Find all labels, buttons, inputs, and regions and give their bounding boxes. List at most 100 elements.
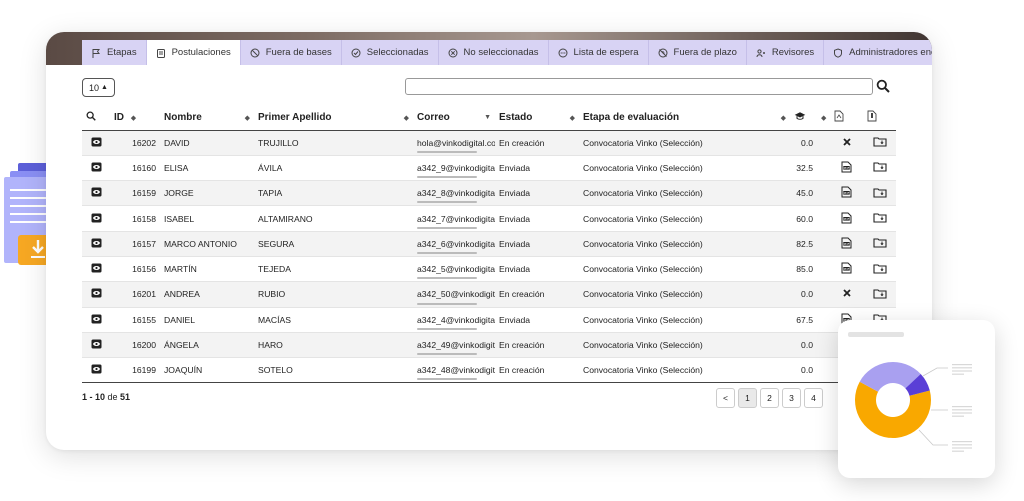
legend-placeholder-line — [952, 441, 972, 443]
column-header-puntaje[interactable] — [790, 106, 817, 131]
pdf-cell[interactable]: PDF — [830, 231, 863, 257]
cell-estado: Enviada — [495, 180, 579, 207]
zip-download-button[interactable] — [863, 281, 896, 308]
zip-download-button[interactable] — [863, 155, 896, 182]
cell-estado: En creación — [495, 281, 579, 308]
eye-icon — [91, 339, 101, 349]
eye-icon — [91, 288, 101, 298]
cell-nombre: ISABEL — [160, 205, 254, 232]
view-button[interactable] — [82, 256, 110, 283]
page-button[interactable]: 3 — [782, 388, 801, 408]
cell-correo: a342_4@vinkodigital.com — [413, 307, 495, 333]
cell-puntaje: 0.0 — [790, 357, 817, 384]
cell-correo: a342_7@vinkodigital.com — [413, 205, 495, 232]
column-header-zip[interactable] — [863, 106, 896, 131]
view-button[interactable] — [82, 281, 110, 308]
page-button[interactable]: 4 — [804, 388, 823, 408]
zip-download-button[interactable] — [863, 205, 896, 232]
cell-nombre: MARTÍN — [160, 256, 254, 283]
svg-text:PDF: PDF — [844, 267, 850, 271]
column-header-nombre[interactable]: Nombre ◆ — [160, 106, 254, 131]
prev-page-button[interactable]: < — [716, 388, 735, 408]
view-button[interactable] — [82, 155, 110, 182]
legend-placeholder-line — [952, 409, 972, 411]
clipboard-icon — [156, 48, 165, 58]
zip-download-button[interactable] — [863, 180, 896, 207]
flag-icon — [92, 48, 100, 58]
cell-estado: Enviada — [495, 256, 579, 283]
cell-correo: a342_8@vinkodigital.com — [413, 180, 495, 207]
pdf-cell[interactable]: PDF — [830, 256, 863, 283]
search-input[interactable] — [405, 78, 873, 95]
column-header-apellido[interactable]: Primer Apellido ◆ — [254, 106, 413, 131]
page-button[interactable]: 2 — [760, 388, 779, 408]
folder-download-icon — [872, 137, 887, 147]
view-button[interactable] — [82, 332, 110, 359]
legend-placeholder-line — [952, 415, 964, 417]
column-header-estado[interactable]: Estado ◆ — [495, 106, 579, 131]
cell-apellido: ALTAMIRANO — [254, 205, 413, 232]
search-column-icon[interactable] — [82, 106, 110, 131]
legend-placeholder-line — [952, 364, 972, 366]
column-header-pdf[interactable] — [830, 106, 863, 131]
cell-id: 16201 — [110, 281, 160, 308]
sort-desc-icon: ▼ — [484, 114, 491, 122]
view-button[interactable] — [82, 205, 110, 232]
tab-fuera-de-bases[interactable]: Fuera de bases — [240, 40, 342, 65]
cell-puntaje: 0.0 — [790, 281, 817, 308]
view-button[interactable] — [82, 307, 110, 333]
zip-download-button[interactable] — [863, 231, 896, 257]
column-header-correo[interactable]: Correo ▼ — [413, 106, 495, 131]
tab-revisores[interactable]: Revisores — [746, 40, 825, 65]
pdf-cell[interactable]: PDF — [830, 155, 863, 182]
search-icon[interactable] — [876, 79, 890, 93]
postulaciones-panel: Etapas Postulaciones Fuera de bases Selecci… — [46, 32, 932, 450]
zip-download-button[interactable] — [863, 256, 896, 283]
tab-lista-de-espera[interactable]: Lista de espera — [548, 40, 649, 65]
pagination: <1 2 3 4 — [716, 388, 823, 408]
view-button[interactable] — [82, 130, 110, 156]
cell-puntaje: 67.5 — [790, 307, 817, 333]
legend-placeholder-line — [952, 367, 972, 369]
tab-fuera-de-plazo[interactable]: Fuera de plazo — [648, 40, 747, 65]
tab-etapas[interactable]: Etapas — [82, 40, 147, 65]
tab-administradores-enca[interactable]: Administradores enca — [824, 40, 932, 65]
eye-icon — [91, 213, 101, 223]
no-file-icon — [842, 138, 851, 146]
view-button[interactable] — [82, 231, 110, 257]
pdf-cell[interactable]: PDF — [830, 205, 863, 232]
cell-spacer — [817, 180, 830, 207]
tab-no-seleccionadas[interactable]: No seleccionadas — [438, 40, 549, 65]
cell-estado: En creación — [495, 332, 579, 359]
scroll-indicator — [417, 226, 477, 229]
column-header-id[interactable]: ID ◆ — [110, 106, 160, 131]
zip-file-icon — [867, 110, 877, 122]
view-button[interactable] — [82, 180, 110, 207]
cell-nombre: ÁNGELA — [160, 332, 254, 359]
cell-spacer — [817, 130, 830, 156]
caret-up-icon: ▲ — [101, 84, 108, 91]
cell-puntaje: 32.5 — [790, 155, 817, 182]
tab-postulaciones[interactable]: Postulaciones — [146, 40, 241, 65]
cell-puntaje: 0.0 — [790, 332, 817, 359]
page-button[interactable]: 1 — [738, 388, 757, 408]
view-button[interactable] — [82, 357, 110, 384]
sort-icon: ◆ — [130, 115, 137, 123]
cell-estado: Enviada — [495, 155, 579, 182]
zip-download-button[interactable] — [863, 130, 896, 156]
scroll-indicator — [417, 277, 477, 280]
sort-icon[interactable]: ◆ — [817, 106, 830, 131]
users-icon — [756, 48, 765, 57]
page-size-select[interactable]: 10 ▲ — [82, 78, 115, 97]
cell-spacer — [817, 231, 830, 257]
cell-puntaje: 85.0 — [790, 256, 817, 283]
scroll-indicator — [417, 150, 477, 153]
tab-seleccionadas[interactable]: Seleccionadas — [341, 40, 439, 65]
cell-estado: Enviada — [495, 231, 579, 257]
table-row: 16201ANDREARUBIOa342_50@vinkodigital.com… — [82, 281, 896, 308]
pdf-cell[interactable]: PDF — [830, 180, 863, 207]
cell-spacer — [817, 155, 830, 182]
eye-icon — [91, 238, 101, 248]
scroll-indicator — [417, 251, 477, 254]
column-header-etapa[interactable]: Etapa de evaluación ◆ — [579, 106, 790, 131]
